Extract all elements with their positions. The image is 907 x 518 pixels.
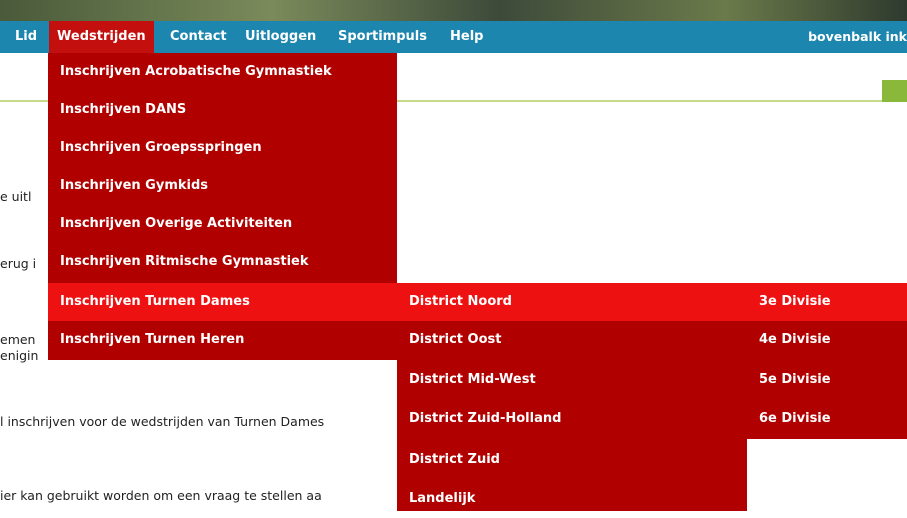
menu-item-ritmische-gymnastiek[interactable]: Inschrijven Ritmische Gymnastiek [48,243,397,281]
page-text-fragment: e uitl [0,189,32,204]
nav-item-wedstrijden[interactable]: Wedstrijden [49,21,154,53]
divisies-submenu: 3e Divisie 4e Divisie 5e Divisie 6e Divi… [747,283,907,439]
menu-item-3e-divisie[interactable]: 3e Divisie [747,283,907,321]
page-text-fragment: enigin [0,348,39,363]
menu-item-gymkids[interactable]: Inschrijven Gymkids [48,167,397,205]
menu-item-6e-divisie[interactable]: 6e Divisie [747,400,907,438]
nav-item-contact[interactable]: Contact [170,21,227,53]
menu-item-dans[interactable]: Inschrijven DANS [48,91,397,129]
menu-item-4e-divisie[interactable]: 4e Divisie [747,321,907,359]
menu-item-turnen-heren[interactable]: Inschrijven Turnen Heren [48,321,397,359]
nav-item-help[interactable]: Help [450,21,483,53]
menu-item-district-noord[interactable]: District Noord [397,283,747,321]
nav-item-sportimpuls[interactable]: Sportimpuls [338,21,427,53]
nav-item-lid[interactable]: Lid [15,21,37,53]
menu-item-overige-activiteiten[interactable]: Inschrijven Overige Activiteiten [48,205,397,243]
page-text-fragment: emen [0,332,36,347]
menu-item-acrobatische-gymnastiek[interactable]: Inschrijven Acrobatische Gymnastiek [48,53,397,91]
wedstrijden-dropdown: Inschrijven Acrobatische Gymnastiek Insc… [48,53,397,360]
page-text-fragment[interactable]: l inschrijven voor de wedstrijden van Tu… [0,414,324,429]
nav-item-uitloggen[interactable]: Uitloggen [245,21,316,53]
menu-item-district-mid-west[interactable]: District Mid-West [397,361,747,399]
header-banner-image [0,0,907,21]
menu-item-landelijk[interactable]: Landelijk [397,480,747,518]
menu-item-district-zuid[interactable]: District Zuid [397,441,747,479]
menu-item-5e-divisie[interactable]: 5e Divisie [747,361,907,399]
menu-item-turnen-dames[interactable]: Inschrijven Turnen Dames [48,283,397,321]
top-bar-link[interactable]: bovenbalk ink [808,21,907,53]
menu-item-district-oost[interactable]: District Oost [397,321,747,359]
page-text-fragment: erug i [0,256,37,271]
side-accent-box [882,80,907,102]
menu-item-groepsspringen[interactable]: Inschrijven Groepsspringen [48,129,397,167]
page-text-fragment: ier kan gebruikt worden om een vraag te … [0,488,322,503]
menu-item-district-zuid-holland[interactable]: District Zuid-Holland [397,400,747,438]
districts-submenu: District Noord District Oost District Mi… [397,283,747,511]
